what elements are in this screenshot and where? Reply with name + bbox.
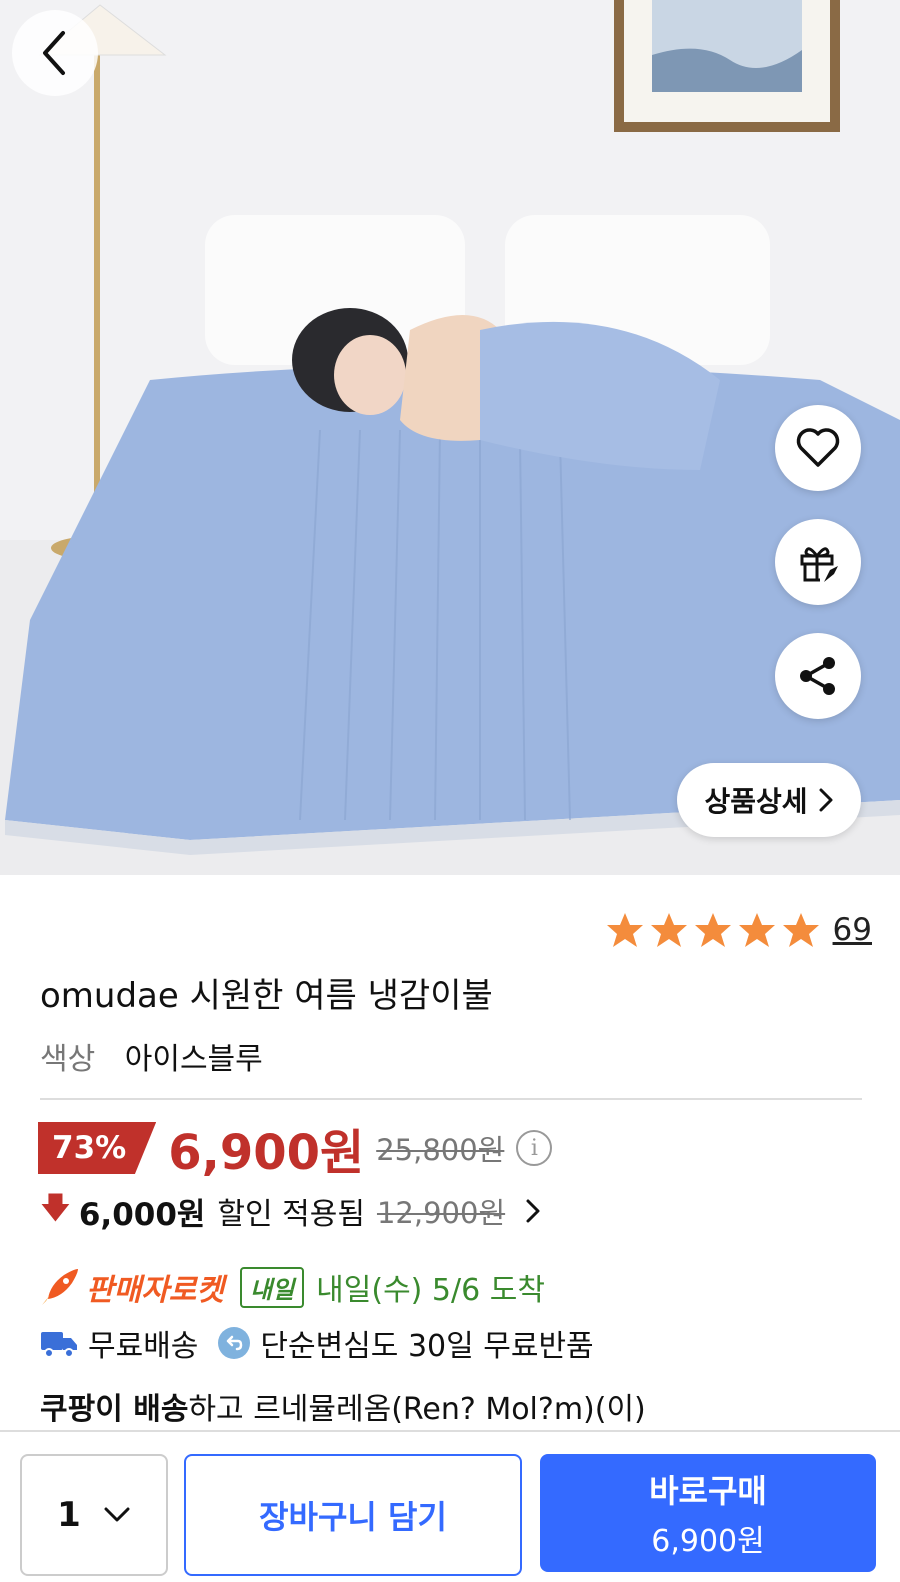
bottom-bar: 1 장바구니 담기 바로구매 6,900원: [0, 1430, 900, 1582]
gift-button[interactable]: [775, 519, 861, 605]
star-icon: [782, 913, 819, 947]
shipping-row: 무료배송 단순변심도 30일 무료반품: [40, 1322, 594, 1364]
review-count[interactable]: 69: [833, 912, 872, 948]
chevron-right-icon: [526, 1199, 540, 1223]
sale-price: 6,900원: [168, 1125, 365, 1181]
star-icon: [650, 913, 687, 947]
star-icon: [606, 913, 643, 947]
original-price: 25,800원: [376, 1133, 505, 1167]
product-image: [0, 0, 900, 875]
gift-icon: [800, 547, 838, 582]
chevron-right-icon: [819, 788, 833, 812]
buy-price: 6,900원: [651, 1524, 765, 1559]
add-to-cart-button[interactable]: 장바구니 담기: [184, 1454, 522, 1576]
share-icon: [800, 657, 835, 695]
arrival-text: 내일(수) 5/6 도착: [316, 1273, 545, 1308]
heart-icon: [796, 428, 840, 467]
buy-now-button[interactable]: 바로구매 6,900원: [540, 1454, 876, 1572]
star-icon: [738, 913, 775, 947]
arrow-down-icon: 🡇: [40, 1190, 71, 1226]
coupon-row[interactable]: 🡇 6,000원 할인 적용됨 12,900원: [40, 1188, 541, 1234]
return-icon: [218, 1327, 251, 1359]
truck-icon: [41, 1332, 77, 1358]
divider: [40, 1098, 862, 1100]
price-row: 73% 6,900원 25,800원 i: [38, 1118, 553, 1181]
discount-badge: 73%: [38, 1122, 157, 1174]
product-detail-label: 상품상세: [704, 785, 808, 818]
product-title: omudae 시원한 여름 냉감이불: [40, 976, 493, 1016]
back-arrow-icon: [43, 31, 65, 75]
option-row[interactable]: 색상 아이스블루: [40, 1034, 263, 1078]
coupon-amount: 6,000원: [78, 1196, 206, 1233]
seller-row: 쿠팡이 배송하고 르네뮬레옴(Ren? Mol?m)(이): [40, 1384, 646, 1428]
seller-bold: 쿠팡이 배송: [40, 1392, 189, 1427]
rocket-label: 판매자로켓: [86, 1273, 224, 1308]
star-icon: [694, 913, 731, 947]
quantity-value: 1: [57, 1495, 81, 1535]
back-button[interactable]: [12, 10, 98, 96]
free-return-text: 단순변심도 30일 무료반품: [260, 1329, 594, 1364]
product-photo: [0, 0, 900, 875]
rocket-icon: [42, 1269, 78, 1305]
seller-rest: 하고 르네뮬레옴(Ren? Mol?m)(이): [188, 1392, 646, 1427]
rating[interactable]: 69: [605, 910, 872, 950]
info-icon[interactable]: i: [516, 1130, 553, 1166]
chevron-down-icon: [104, 1507, 130, 1522]
cart-label: 장바구니 담기: [259, 1498, 447, 1536]
quantity-select[interactable]: 1: [20, 1454, 168, 1576]
tomorrow-badge: 내일: [240, 1266, 305, 1308]
buy-label: 바로구매: [649, 1472, 767, 1510]
product-detail-button[interactable]: 상품상세: [677, 763, 861, 837]
option-label: 색상: [40, 1042, 96, 1077]
coupon-text: 할인 적용됨: [217, 1197, 365, 1232]
wishlist-button[interactable]: [775, 405, 861, 491]
delivery-row: 판매자로켓 내일 내일(수) 5/6 도착: [40, 1266, 545, 1308]
coupon-original-price: 12,900원: [376, 1196, 506, 1230]
share-button[interactable]: [775, 633, 861, 719]
free-shipping-text: 무료배송: [88, 1329, 199, 1364]
option-value: 아이스블루: [124, 1042, 263, 1077]
